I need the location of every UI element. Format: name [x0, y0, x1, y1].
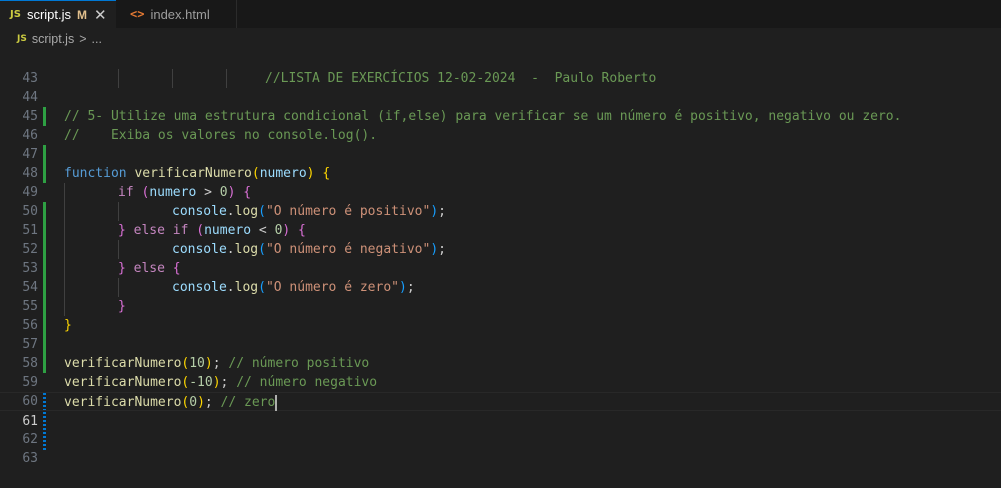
code-text: if (numero > 0) { [118, 185, 252, 200]
code-text: verificarNumero(10); // número positivo [64, 356, 370, 371]
tab-label: index.html [150, 6, 210, 22]
breadcrumb: JS script.js > ... [0, 28, 1001, 50]
code-line: 53 console.log("O número é negativo"); [0, 240, 1001, 297]
indent-guide [118, 202, 119, 221]
tab-script-js[interactable]: JS script.js M ✕ [0, 0, 116, 28]
comment: // Exiba os valores no console.log(). [64, 128, 378, 143]
code-line: 45 [0, 88, 1001, 124]
indent-guide [64, 221, 65, 240]
indent-guide [64, 183, 65, 202]
code-text: function verificarNumero(numero) { [64, 166, 331, 181]
code-text: } else { [118, 261, 181, 276]
code-line: 54 } else { [0, 259, 1001, 316]
code-text: verificarNumero(-10); // número negativo [64, 375, 378, 390]
close-icon[interactable]: ✕ [94, 6, 107, 24]
indent-guide [64, 278, 65, 297]
code-line: 60 verificarNumero(-10); // número negat… [0, 373, 1001, 430]
code-line: 63 [0, 430, 1001, 466]
code-text: } [118, 299, 126, 314]
indent-guide [118, 240, 119, 259]
code-text: verificarNumero(0); // zero [64, 394, 277, 411]
code-line: 62 [0, 411, 1001, 447]
code-line: 44 //LISTA DE EXERCÍCIOS 12-02-2024 - Pa… [0, 69, 1001, 126]
javascript-file-icon: JS [17, 34, 27, 44]
code-line: 46 // 5- Utilize uma estrutura condicion… [0, 107, 1001, 164]
text-cursor [275, 394, 277, 411]
code-line: 55 console.log("O número é zero"); [0, 278, 1001, 335]
chevron-right-icon: > [79, 32, 87, 46]
comment: //LISTA DE EXERCÍCIOS 12-02-2024 - Paulo… [265, 71, 657, 86]
code-text: console.log("O número é positivo"); [172, 204, 446, 219]
indent-guide [64, 259, 65, 278]
code-line: 52 } else if (numero < 0) { [0, 221, 1001, 278]
current-line: 61 verificarNumero(0); // zero [0, 392, 1001, 450]
code-line: 49 function verificarNumero(numero) { [0, 164, 1001, 221]
code-text: console.log("O número é negativo"); [172, 242, 446, 257]
code-line: 59 verificarNumero(10); // número positi… [0, 354, 1001, 411]
code-line: 48 [0, 145, 1001, 181]
comment: // 5- Utilize uma estrutura condicional … [64, 109, 902, 124]
code-line: 57 } [0, 316, 1001, 373]
indent-guide [64, 240, 65, 259]
code-line: 56 } [0, 297, 1001, 354]
code-text: } [64, 318, 72, 333]
code-text: console.log("O número é zero"); [172, 280, 415, 295]
html-file-icon: <> [130, 7, 145, 21]
indent-guide [118, 69, 119, 88]
tab-index-html[interactable]: <> index.html [116, 0, 237, 28]
code-line: 51 console.log("O número é positivo"); [0, 202, 1001, 259]
code-line: 50 if (numero > 0) { [0, 183, 1001, 240]
modified-indicator: M [77, 7, 87, 22]
code-text: } else if (numero < 0) { [118, 223, 306, 238]
indent-guide [64, 297, 65, 316]
breadcrumb-file[interactable]: script.js [32, 32, 74, 46]
code-line: 47 // Exiba os valores no console.log(). [0, 126, 1001, 183]
tab-bar: JS script.js M ✕ <> index.html [0, 0, 1001, 28]
code-line: 43 [0, 50, 1001, 86]
tab-label: script.js [26, 7, 71, 22]
code-editor[interactable]: 43 44 //LISTA DE EXERCÍCIOS 12-02-2024 -… [0, 50, 1001, 466]
indent-guide [118, 278, 119, 297]
javascript-file-icon: JS [10, 9, 21, 20]
indent-guide [172, 69, 173, 88]
breadcrumb-symbols[interactable]: ... [92, 32, 102, 46]
indent-guide [226, 69, 227, 88]
indent-guide [64, 202, 65, 221]
line-number: 63 [22, 451, 38, 466]
code-line: 58 [0, 335, 1001, 371]
